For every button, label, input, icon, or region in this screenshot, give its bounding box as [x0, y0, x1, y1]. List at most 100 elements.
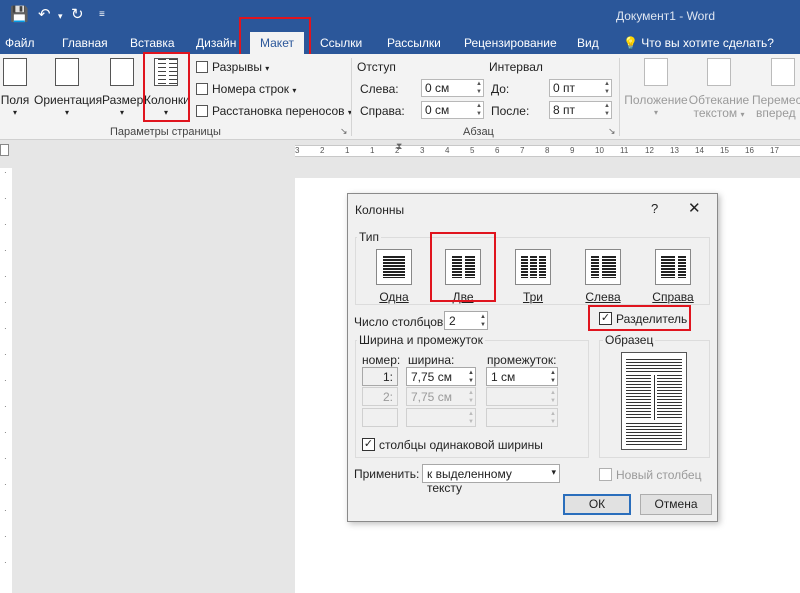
ruler-number: 9 — [570, 146, 575, 155]
tab-review[interactable]: Рецензирование — [464, 36, 557, 50]
apply-select[interactable]: к выделенному тексту ▾ — [422, 464, 560, 495]
tab-home[interactable]: Главная — [62, 36, 108, 50]
col-number-header: номер: — [362, 353, 401, 367]
tab-references[interactable]: Ссылки — [320, 36, 362, 50]
undo-icon[interactable]: ↶ — [38, 5, 51, 23]
preset-right-label[interactable]: Справа — [643, 290, 703, 304]
hyphenation-button[interactable]: Расстановка переносов ▾ — [196, 104, 352, 118]
spinner-arrows-icon[interactable]: ▲ ▼ — [476, 80, 482, 96]
ribbon: Поля ▾ Ориентация ▾ Размер ▾ Колонки ▾ Р… — [0, 52, 800, 140]
group-separator — [351, 58, 352, 136]
line-numbers-button[interactable]: Номера строк ▾ — [196, 82, 296, 96]
tab-design[interactable]: Дизайн — [196, 36, 236, 50]
column-spacing-2-input: ▲ ▼ — [486, 387, 558, 406]
tab-selector[interactable] — [0, 144, 9, 156]
spinner-arrows-icon[interactable]: ▲ ▼ — [480, 313, 486, 329]
cancel-button[interactable]: Отмена — [640, 494, 712, 515]
close-button[interactable]: ✕ — [688, 199, 701, 217]
ruler-number: 12 — [645, 146, 654, 155]
paragraph-group-label: Абзац — [463, 126, 494, 138]
tab-mailings[interactable]: Рассылки — [387, 36, 441, 50]
spacing-after-input[interactable]: 8 пт ▲ ▼ — [549, 101, 612, 119]
title-bar: 💾 ↶ ▾ ↻ ≡ Документ1 - Word — [0, 0, 800, 32]
highlight-separator — [588, 305, 691, 331]
position-button: Положение ▾ — [624, 54, 688, 124]
ruler-number: 3 — [295, 146, 300, 155]
undo-dropdown-icon[interactable]: ▾ — [58, 11, 63, 22]
column-width-1-input[interactable]: 7,75 см ▲ ▼ — [406, 367, 476, 386]
num-columns-label: Число столбцов: — [354, 315, 447, 329]
spinner-arrows-icon[interactable]: ▲ ▼ — [604, 80, 610, 96]
ruler-number: 5 — [470, 146, 475, 155]
new-column-checkbox — [599, 468, 612, 481]
preset-left-label[interactable]: Слева — [573, 290, 633, 304]
preset-three-icon[interactable] — [515, 249, 551, 285]
tab-file[interactable]: Файл — [5, 36, 35, 50]
position-icon — [644, 58, 668, 86]
tab-insert[interactable]: Вставка — [130, 36, 175, 50]
size-button[interactable]: Размер ▾ — [102, 54, 143, 124]
save-icon[interactable]: 💾 — [10, 5, 29, 23]
ruler-number: 3 — [420, 146, 425, 155]
preview-image — [621, 352, 687, 450]
ruler-number: 6 — [495, 146, 500, 155]
breaks-button[interactable]: Разрывы ▾ — [196, 60, 269, 74]
preset-one-label[interactable]: Одна — [364, 290, 424, 304]
equal-width-checkbox[interactable]: ✓ — [362, 438, 375, 451]
ruler-tick: · — [4, 350, 7, 359]
spinner-arrows-icon[interactable]: ▲ ▼ — [468, 369, 474, 385]
customize-toolbar-icon[interactable]: ≡ — [99, 9, 105, 20]
ruler-tick: · — [4, 454, 7, 463]
ruler-tick: · — [4, 194, 7, 203]
preset-left-icon[interactable] — [585, 249, 621, 285]
spacing-before-input[interactable]: 0 пт ▲ ▼ — [549, 79, 612, 97]
highlight-columns-button — [143, 52, 190, 122]
width-spacing-legend: Ширина и промежуток — [357, 333, 485, 347]
new-column-label: Новый столбец — [616, 468, 702, 482]
indent-left-input[interactable]: 0 см ▲ ▼ — [421, 79, 484, 97]
orientation-button[interactable]: Ориентация ▾ — [34, 54, 102, 124]
indent-right-input[interactable]: 0 см ▲ ▼ — [421, 101, 484, 119]
spinner-arrows-icon[interactable]: ▲ ▼ — [550, 369, 556, 385]
chevron-down-icon: ▾ — [12, 108, 17, 117]
ruler-tick: · — [4, 428, 7, 437]
preset-three-label[interactable]: Три — [503, 290, 563, 304]
num-columns-input[interactable]: 2 ▲ ▼ — [444, 311, 488, 330]
indent-left-label: Слева: — [360, 82, 399, 96]
ruler-tick: · — [4, 298, 7, 307]
col-width-header: ширина: — [408, 353, 455, 367]
dialog-title: Колонны — [355, 203, 405, 217]
column-number-2: 2: — [362, 387, 398, 406]
ok-button[interactable]: ОК — [563, 494, 631, 515]
column-number-1: 1: — [362, 367, 398, 386]
spinner-arrows-icon[interactable]: ▲ ▼ — [604, 102, 610, 118]
column-spacing-1-input[interactable]: 1 см ▲ ▼ — [486, 367, 558, 386]
margins-button[interactable]: Поля ▾ — [0, 54, 30, 124]
margins-icon — [3, 58, 27, 86]
ruler-tick: · — [4, 376, 7, 385]
tell-me-label: Что вы хотите сделать? — [641, 36, 774, 50]
page-setup-group-label: Параметры страницы — [110, 126, 221, 138]
preset-one-icon[interactable] — [376, 249, 412, 285]
redo-icon[interactable]: ↻ — [71, 5, 84, 23]
vertical-ruler[interactable]: · · · · · · · · · · · · · · · · — [0, 168, 12, 593]
help-button[interactable]: ? — [651, 201, 658, 216]
indent-marker-icon[interactable]: ⧗ — [396, 141, 402, 152]
page-setup-launcher-icon[interactable]: ↘ — [340, 126, 348, 137]
bring-forward-button: Перемест вперед — [748, 54, 800, 124]
tell-me-search[interactable]: 💡 Что вы хотите сделать? — [623, 36, 774, 50]
ruler-number: 4 — [445, 146, 450, 155]
preset-right-icon[interactable] — [655, 249, 691, 285]
ruler-tick: · — [4, 272, 7, 281]
indent-label: Отступ — [357, 60, 396, 74]
column-number-3 — [362, 408, 398, 427]
horizontal-ruler[interactable]: 3 2 1 1 2 3 4 5 6 7 8 9 10 11 12 13 14 15 16 17 — [295, 145, 800, 157]
preview-legend: Образец — [603, 333, 656, 347]
ruler-number: 11 — [620, 146, 629, 155]
paragraph-launcher-icon[interactable]: ↘ — [608, 126, 616, 137]
equal-width-label[interactable]: столбцы одинаковой ширины — [379, 438, 543, 452]
tab-view[interactable]: Вид — [577, 36, 599, 50]
spinner-arrows-icon[interactable]: ▲ ▼ — [476, 102, 482, 118]
orientation-icon — [55, 58, 79, 86]
highlight-layout-tab — [239, 17, 311, 57]
